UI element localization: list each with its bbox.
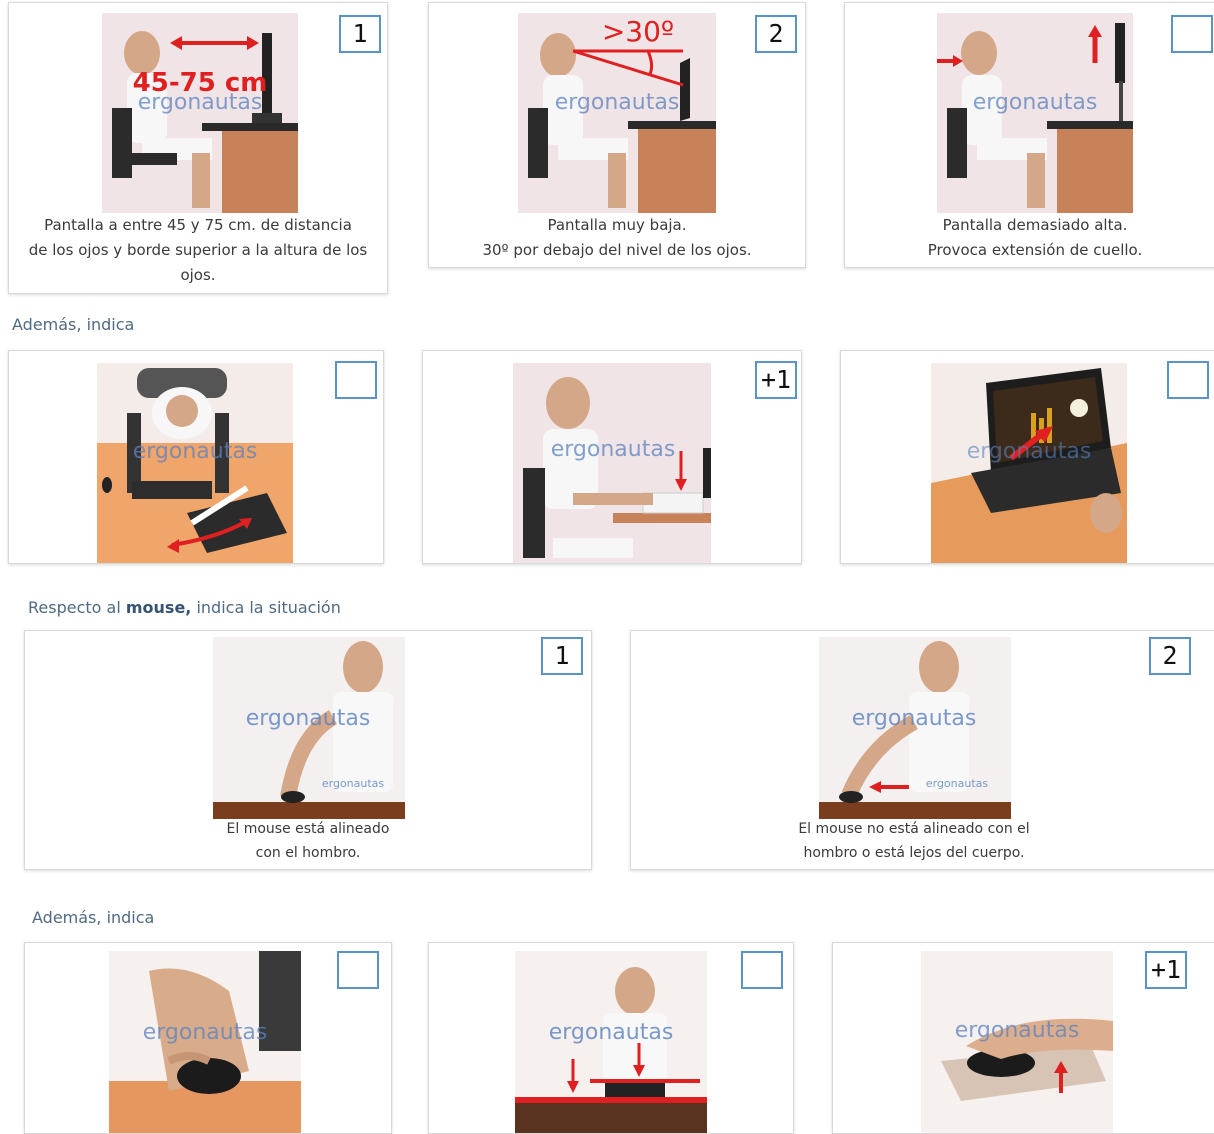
mouse-extra-card-1: ergonautas	[24, 942, 392, 1134]
section-label-ademas: Además, indica	[32, 908, 155, 927]
watermark: ergonautas	[143, 1020, 268, 1045]
answer-box[interactable]: 1	[339, 15, 381, 53]
answer-box[interactable]	[335, 361, 377, 399]
screen-option-card-1: 45-75 cm ergonautas 1 Pantalla a entre 4…	[8, 2, 388, 294]
mouse-image-aligned: ergonautas ergonautas	[213, 637, 405, 819]
posture-image-distance: 45-75 cm ergonautas	[102, 13, 298, 213]
watermark-small: ergonautas	[926, 777, 989, 790]
mouse-image-hand-grip: ergonautas	[109, 951, 301, 1133]
card-caption: El mouse está alineado con el hombro.	[226, 821, 390, 861]
posture-image-raised-screen: ergonautas	[513, 363, 711, 563]
watermark: ergonautas	[852, 706, 977, 731]
watermark: ergonautas	[246, 706, 371, 731]
screen-extra-card-2: ergonautas +1	[422, 350, 802, 564]
watermark: ergonautas	[955, 1018, 1080, 1043]
watermark: ergonautas	[549, 1020, 674, 1045]
answer-box[interactable]: +1	[755, 361, 797, 399]
watermark: ergonautas	[551, 437, 676, 462]
card-caption: Pantalla demasiado alta. Provoca extensi…	[927, 216, 1143, 259]
answer-box[interactable]: +1	[1145, 951, 1187, 989]
mouse-image-wrist-rest: ergonautas	[921, 951, 1113, 1133]
posture-image-too-low: >30º ergonautas	[518, 13, 716, 213]
answer-box[interactable]	[337, 951, 379, 989]
watermark-small: ergonautas	[322, 777, 385, 790]
angle-label: >30º	[602, 15, 674, 48]
posture-image-top-view: ergonautas	[97, 363, 293, 563]
screen-extra-card-1: ergonautas	[8, 350, 384, 564]
screen-extra-card-3: ergonautas	[840, 350, 1214, 564]
mouse-extra-card-3: ergonautas +1	[832, 942, 1214, 1134]
watermark: ergonautas	[133, 439, 258, 464]
card-caption: Pantalla muy baja. 30º por debajo del ni…	[482, 216, 752, 259]
answer-box[interactable]	[741, 951, 783, 989]
section-label-ademas: Además, indica	[12, 315, 135, 334]
watermark: ergonautas	[555, 90, 680, 115]
section-label-mouse: Respecto al mouse, indica la situación	[28, 598, 341, 617]
answer-box[interactable]	[1167, 361, 1209, 399]
answer-box[interactable]: 2	[1149, 637, 1191, 675]
mouse-image-desk-height: ergonautas	[515, 951, 707, 1133]
mouse-image-not-aligned: ergonautas ergonautas	[819, 637, 1011, 819]
screen-option-card-3: ergonautas Pantalla demasiado alta. Prov…	[844, 2, 1214, 268]
mouse-extra-card-2: ergonautas	[428, 942, 794, 1134]
watermark: ergonautas	[973, 90, 1098, 115]
watermark: ergonautas	[967, 439, 1092, 464]
mouse-option-card-2: ergonautas ergonautas 2 El mouse no está…	[630, 630, 1214, 870]
mouse-option-card-1: ergonautas ergonautas 1 El mouse está al…	[24, 630, 592, 870]
answer-box[interactable]: 2	[755, 15, 797, 53]
watermark: ergonautas	[138, 90, 263, 115]
posture-image-laptop: ergonautas	[931, 363, 1127, 563]
screen-option-card-2: >30º ergonautas 2 Pantalla muy baja. 30º…	[428, 2, 806, 268]
answer-box[interactable]	[1171, 15, 1213, 53]
card-caption: El mouse no está alineado con el hombro …	[798, 821, 1030, 861]
posture-image-too-high: ergonautas	[937, 13, 1133, 213]
card-caption: Pantalla a entre 45 y 75 cm. de distanci…	[28, 216, 368, 284]
answer-box[interactable]: 1	[541, 637, 583, 675]
